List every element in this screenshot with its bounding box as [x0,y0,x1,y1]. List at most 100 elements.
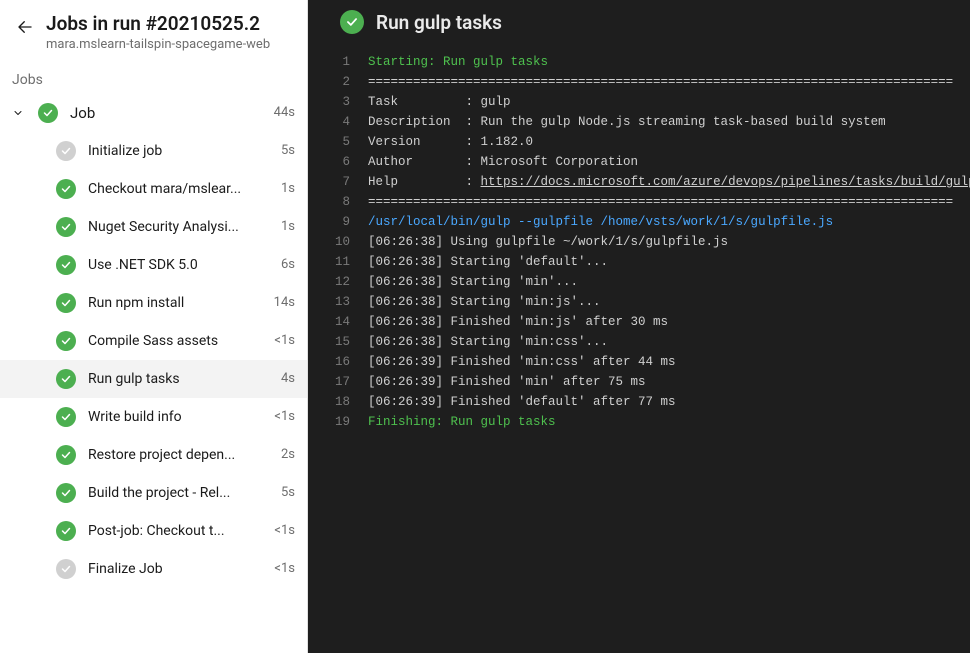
help-link[interactable]: https://docs.microsoft.com/azure/devops/… [481,175,970,189]
line-number: 8 [308,192,368,212]
line-text: Version : 1.182.0 [368,132,533,152]
task-duration: 1s [281,219,295,234]
success-icon [56,521,76,541]
line-text: Starting: Run gulp tasks [368,52,548,72]
task-duration: 2s [281,447,295,462]
task-row[interactable]: Run npm install 14s [0,284,307,322]
success-icon [56,369,76,389]
task-duration: <1s [274,561,295,576]
task-duration: <1s [274,333,295,348]
success-icon [340,10,364,34]
line-number: 2 [308,72,368,92]
line-text: /usr/local/bin/gulp --gulpfile /home/vst… [368,212,833,232]
line-text: [06:26:39] Finished 'min:css' after 44 m… [368,352,676,372]
log-line: 3Task : gulp [308,92,970,112]
task-row[interactable]: Post-job: Checkout t...<1s [0,512,307,550]
log-line: 4Description : Run the gulp Node.js stre… [308,112,970,132]
line-number: 9 [308,212,368,232]
task-row[interactable]: Nuget Security Analysi...1s [0,208,307,246]
task-duration: 14s [274,295,295,310]
success-icon [56,255,76,275]
log-body[interactable]: 1Starting: Run gulp tasks2==============… [308,48,970,653]
line-text: Author : Microsoft Corporation [368,152,638,172]
line-number: 18 [308,392,368,412]
line-number: 12 [308,272,368,292]
success-icon [56,445,76,465]
line-number: 3 [308,92,368,112]
line-number: 13 [308,292,368,312]
line-text: Task : gulp [368,92,511,112]
task-label: Checkout mara/mslear... [88,181,269,197]
task-row[interactable]: Restore project depen... 2s [0,436,307,474]
log-line: 15[06:26:38] Starting 'min:css'... [308,332,970,352]
task-row[interactable]: Build the project - Rel...5s [0,474,307,512]
log-line: 17[06:26:39] Finished 'min' after 75 ms [308,372,970,392]
task-duration: 6s [281,257,295,272]
page-title: Jobs in run #20210525.2 [46,12,291,35]
task-row[interactable]: Write build info <1s [0,398,307,436]
task-row[interactable]: Finalize Job<1s [0,550,307,588]
line-number: 4 [308,112,368,132]
line-text: [06:26:38] Finished 'min:js' after 30 ms [368,312,668,332]
line-text: Description : Run the gulp Node.js strea… [368,112,886,132]
success-icon [38,103,58,123]
log-header: Run gulp tasks [308,0,970,48]
line-text: [06:26:39] Finished 'default' after 77 m… [368,392,676,412]
line-number: 15 [308,332,368,352]
task-label: Run npm install [88,295,262,311]
arrow-left-icon [16,18,34,36]
page-subtitle: mara.mslearn-tailspin-spacegame-web [46,37,291,54]
line-number: 14 [308,312,368,332]
task-duration: 4s [281,371,295,386]
log-line: 16[06:26:39] Finished 'min:css' after 44… [308,352,970,372]
line-number: 19 [308,412,368,432]
task-list: Initialize job5sCheckout mara/mslear...1… [0,132,307,588]
task-duration: 5s [281,143,295,158]
log-line: 13[06:26:38] Starting 'min:js'... [308,292,970,312]
log-line: 1Starting: Run gulp tasks [308,52,970,72]
line-text: ========================================… [368,72,953,92]
line-text: Help : https://docs.microsoft.com/azure/… [368,172,970,192]
back-button[interactable] [16,12,34,36]
task-label: Write build info [88,409,262,425]
log-line: 9/usr/local/bin/gulp --gulpfile /home/vs… [308,212,970,232]
task-label: Restore project depen... [88,447,269,463]
chevron-down-icon [10,105,26,121]
log-line: 12[06:26:38] Starting 'min'... [308,272,970,292]
log-line: 18[06:26:39] Finished 'default' after 77… [308,392,970,412]
line-text: ========================================… [368,192,953,212]
line-text: [06:26:38] Starting 'min:js'... [368,292,601,312]
task-row[interactable]: Run gulp tasks4s [0,360,307,398]
task-duration: <1s [274,523,295,538]
task-row[interactable]: Compile Sass assets <1s [0,322,307,360]
job-row[interactable]: Job 44s [0,94,307,132]
header-titles: Jobs in run #20210525.2 mara.mslearn-tai… [46,12,291,54]
success-icon [56,179,76,199]
log-line: 2=======================================… [308,72,970,92]
line-text: Finishing: Run gulp tasks [368,412,556,432]
task-label: Initialize job [88,143,269,159]
task-row[interactable]: Checkout mara/mslear...1s [0,170,307,208]
line-text: [06:26:38] Starting 'default'... [368,252,608,272]
success-icon [56,217,76,237]
success-icon [56,293,76,313]
line-text: [06:26:38] Using gulpfile ~/work/1/s/gul… [368,232,728,252]
task-row[interactable]: Use .NET SDK 5.06s [0,246,307,284]
log-line: 7Help : https://docs.microsoft.com/azure… [308,172,970,192]
line-number: 17 [308,372,368,392]
line-number: 6 [308,152,368,172]
task-label: Compile Sass assets [88,333,262,349]
success-icon [56,407,76,427]
line-number: 16 [308,352,368,372]
task-row[interactable]: Initialize job 5s [0,132,307,170]
log-line: 11[06:26:38] Starting 'default'... [308,252,970,272]
log-line: 6Author : Microsoft Corporation [308,152,970,172]
task-duration: <1s [274,409,295,424]
line-number: 10 [308,232,368,252]
job-duration: 44s [274,105,295,120]
log-line: 14[06:26:38] Finished 'min:js' after 30 … [308,312,970,332]
job-label: Job [70,104,262,122]
log-title: Run gulp tasks [376,11,502,34]
line-number: 7 [308,172,368,192]
neutral-icon [56,559,76,579]
